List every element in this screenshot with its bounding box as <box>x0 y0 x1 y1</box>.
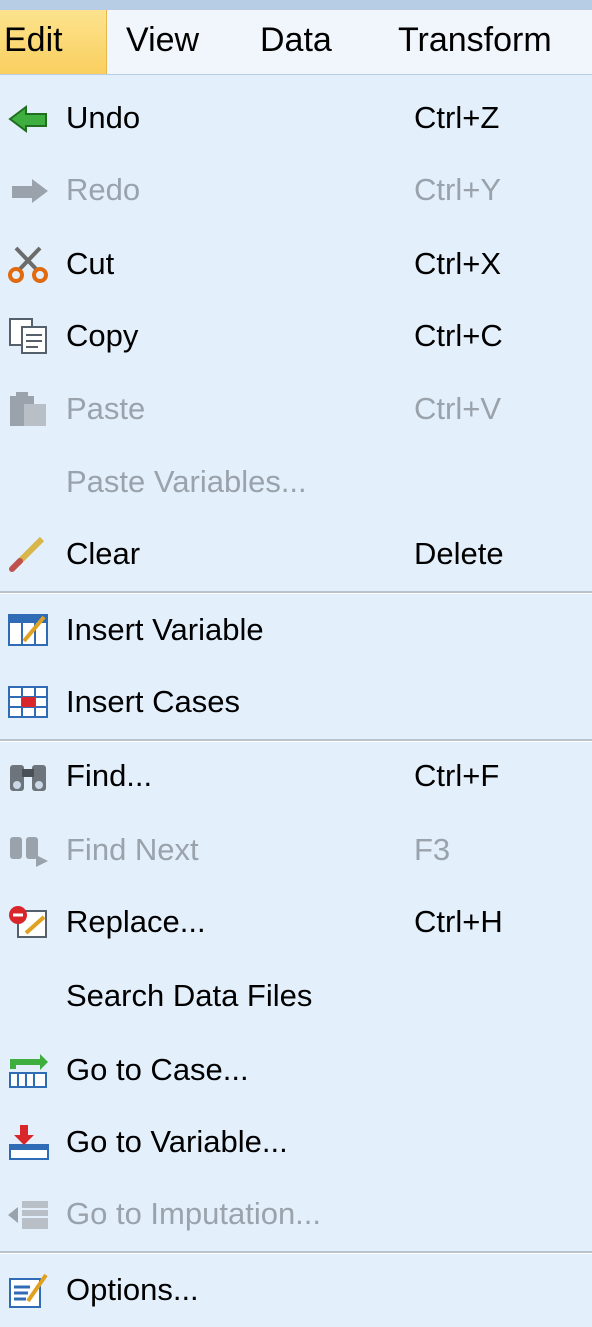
menu-item-copy[interactable]: Copy Ctrl+C <box>0 300 592 372</box>
replace-icon <box>6 903 52 941</box>
menu-item-search-data-files[interactable]: Search Data Files <box>0 960 592 1032</box>
menu-item-label: Go to Variable... <box>66 1124 288 1159</box>
menu-item-shortcut: Ctrl+C <box>414 318 503 353</box>
copy-icon <box>6 317 52 355</box>
menu-item-shortcut: Ctrl+H <box>414 904 503 939</box>
menu-item-label: Undo <box>66 100 141 135</box>
go-to-case-icon <box>6 1051 52 1089</box>
options-icon <box>6 1271 52 1309</box>
menu-item-redo: Redo Ctrl+Y <box>0 154 592 226</box>
window-top-border <box>0 0 592 10</box>
menu-item-find[interactable]: Find... Ctrl+F <box>0 740 592 812</box>
menu-item-insert-cases[interactable]: Insert Cases <box>0 666 592 738</box>
menu-item-label: Insert Variable <box>66 612 264 647</box>
undo-icon <box>6 99 52 137</box>
menu-item-shortcut: Ctrl+V <box>414 391 501 426</box>
menu-item-go-to-variable[interactable]: Go to Variable... <box>0 1106 592 1178</box>
menu-item-label: Paste Variables... <box>66 464 307 499</box>
menu-item-label: Insert Cases <box>66 684 241 719</box>
scissors-icon <box>6 245 52 283</box>
find-next-icon <box>6 831 52 869</box>
menu-item-shortcut: F3 <box>414 832 451 867</box>
menu-item-label: Find... <box>66 758 153 793</box>
menu-item-clear[interactable]: Clear Delete <box>0 518 592 590</box>
menu-item-label: Options... <box>66 1272 199 1307</box>
menu-item-shortcut: Ctrl+X <box>414 246 501 281</box>
menu-item-label: Redo <box>66 172 141 207</box>
menu-item-label: Paste <box>66 391 146 426</box>
menu-item-label: Go to Case... <box>66 1052 249 1087</box>
menu-item-undo[interactable]: Undo Ctrl+Z <box>0 82 592 154</box>
menu-item-label: Copy <box>66 318 139 353</box>
menu-item-label: Clear <box>66 536 141 571</box>
menu-item-label: Go to Imputation... <box>66 1196 322 1231</box>
menu-item-label: Cut <box>66 246 115 281</box>
menu-item-replace[interactable]: Replace... Ctrl+H <box>0 886 592 958</box>
menu-item-shortcut: Ctrl+Z <box>414 100 500 135</box>
menu-item-options[interactable]: Options... <box>0 1254 592 1326</box>
insert-cases-icon <box>6 683 52 721</box>
eraser-icon <box>6 535 52 573</box>
menu-transform[interactable]: Transform <box>398 10 552 74</box>
menu-item-cut[interactable]: Cut Ctrl+X <box>0 228 592 300</box>
menu-edit[interactable]: Edit <box>0 10 107 74</box>
go-to-variable-icon <box>6 1123 52 1161</box>
edit-menu-dropdown: Undo Ctrl+Z Redo Ctrl+Y Cut Ctrl+X Copy … <box>0 75 592 1327</box>
menu-item-shortcut: Ctrl+Y <box>414 172 501 207</box>
menu-item-shortcut: Ctrl+F <box>414 758 500 793</box>
menu-item-go-to-imputation: Go to Imputation... <box>0 1178 592 1250</box>
binoculars-icon <box>6 757 52 795</box>
redo-icon <box>6 171 52 209</box>
menu-item-shortcut: Delete <box>414 536 504 571</box>
insert-variable-icon <box>6 611 52 649</box>
paste-icon <box>6 390 52 428</box>
menu-item-label: Replace... <box>66 904 206 939</box>
menu-item-label: Find Next <box>66 832 199 867</box>
menu-item-go-to-case[interactable]: Go to Case... <box>0 1034 592 1106</box>
menu-view[interactable]: View <box>126 10 199 74</box>
go-to-imputation-icon <box>6 1195 52 1233</box>
menu-bar: Edit View Data Transform <box>0 10 592 75</box>
menu-item-find-next: Find Next F3 <box>0 814 592 886</box>
menu-item-label: Search Data Files <box>66 978 313 1013</box>
menu-item-insert-variable[interactable]: Insert Variable <box>0 594 592 666</box>
menu-data[interactable]: Data <box>260 10 332 74</box>
menu-item-paste: Paste Ctrl+V <box>0 373 592 445</box>
menu-item-paste-variables: Paste Variables... <box>0 446 592 518</box>
